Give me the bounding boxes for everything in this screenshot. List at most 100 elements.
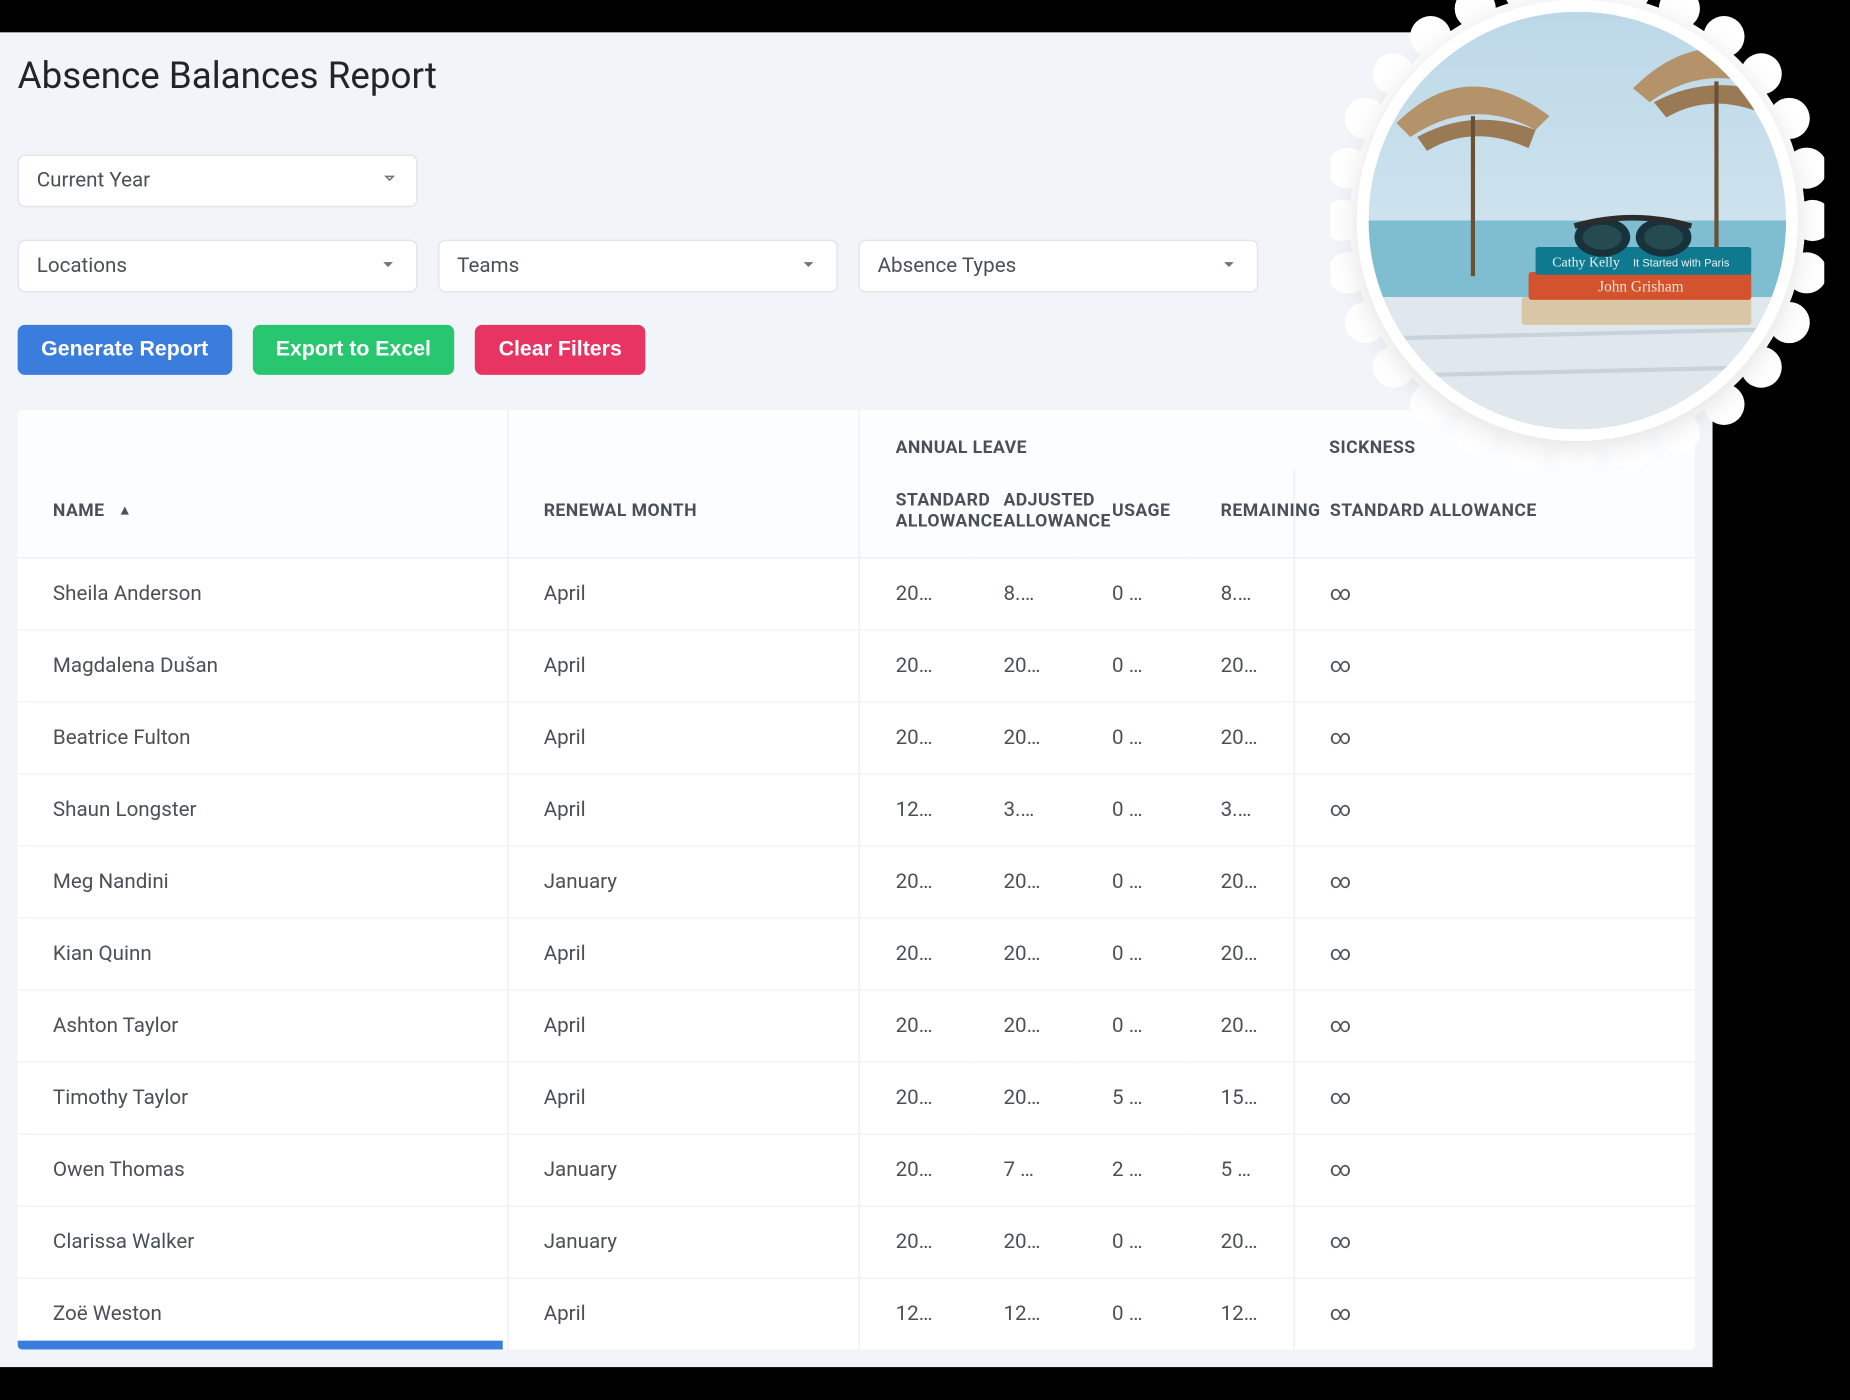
cell-sick-standard-allowance: ∞ <box>1294 558 1695 630</box>
cell-adjusted-allowance: 20 days <box>968 918 1077 990</box>
teams-select[interactable]: Teams <box>438 240 838 293</box>
cell-sick-standard-allowance: ∞ <box>1294 1134 1695 1206</box>
cell-adjusted-allowance: 20 days <box>968 1062 1077 1134</box>
cell-adjusted-allowance: 7 days <box>968 1134 1077 1206</box>
cell-renewal-month: January <box>508 846 860 918</box>
cell-sick-standard-allowance: ∞ <box>1294 774 1695 846</box>
cell-standard-allowance: 20 days <box>860 630 969 702</box>
cell-name: Owen Thomas <box>18 1134 508 1206</box>
table-row[interactable]: Shaun LongsterApril12.5 days3.5 days0 da… <box>18 774 1695 846</box>
table-row[interactable]: Timothy TaylorApril20 days20 days5 days1… <box>18 1062 1695 1134</box>
cell-standard-allowance: 20 days <box>860 918 969 990</box>
table-row[interactable]: Sheila AndersonApril20 days8.5 days0 day… <box>18 558 1695 630</box>
cell-usage: 0 days <box>1077 774 1186 846</box>
cell-adjusted-allowance: 20 days <box>968 702 1077 774</box>
cell-adjusted-allowance: 8.5 days <box>968 558 1077 630</box>
table-row[interactable]: Owen ThomasJanuary20 days7 days2 days5 d… <box>18 1134 1695 1206</box>
cell-standard-allowance: 12.5 days <box>860 774 969 846</box>
teams-select-label: Teams <box>457 254 519 278</box>
cell-usage: 5 days <box>1077 1062 1186 1134</box>
cell-usage: 0 days <box>1077 990 1186 1062</box>
cell-renewal-month: January <box>508 1134 860 1206</box>
column-header-remaining[interactable]: REMAINING <box>1185 469 1294 558</box>
column-header-name-label: NAME <box>53 500 105 521</box>
table-row[interactable]: Clarissa WalkerJanuary20 days20 days0 da… <box>18 1206 1695 1278</box>
table-row[interactable]: Magdalena DušanApril20 days20 days0 days… <box>18 630 1695 702</box>
cell-remaining: 5 days <box>1185 1134 1294 1206</box>
cell-name: Ashton Taylor <box>18 990 508 1062</box>
svg-text:John Grisham: John Grisham <box>1598 278 1684 295</box>
cell-name: Kian Quinn <box>18 918 508 990</box>
cell-name: Timothy Taylor <box>18 1062 508 1134</box>
cell-renewal-month: January <box>508 1206 860 1278</box>
cell-remaining: 12.5 days <box>1185 1278 1294 1349</box>
cell-adjusted-allowance: 20 days <box>968 630 1077 702</box>
caret-down-icon <box>1219 254 1240 278</box>
cell-remaining: 3.5 days <box>1185 774 1294 846</box>
cell-adjusted-allowance: 20 days <box>968 1206 1077 1278</box>
year-select[interactable]: Current Year <box>18 154 418 207</box>
cell-sick-standard-allowance: ∞ <box>1294 1206 1695 1278</box>
cell-name: Beatrice Fulton <box>18 702 508 774</box>
cell-standard-allowance: 20 days <box>860 846 969 918</box>
cell-usage: 0 days <box>1077 1206 1186 1278</box>
cell-usage: 0 days <box>1077 630 1186 702</box>
caret-down-icon <box>798 254 819 278</box>
locations-select-label: Locations <box>37 254 127 278</box>
cell-remaining: 15 days <box>1185 1062 1294 1134</box>
table-row[interactable]: Zoë WestonApril12.5 days12.5 days0 days1… <box>18 1278 1695 1349</box>
cell-remaining: 20 days <box>1185 630 1294 702</box>
generate-report-button[interactable]: Generate Report <box>18 325 232 375</box>
svg-text:It Started with Paris: It Started with Paris <box>1633 257 1730 269</box>
cell-usage: 0 days <box>1077 558 1186 630</box>
cell-renewal-month: April <box>508 558 860 630</box>
column-header-name[interactable]: NAME ▴ <box>18 469 508 558</box>
report-table-container: ANNUAL LEAVE SICKNESS NAME ▴ RENEWAL MON… <box>18 410 1695 1349</box>
export-excel-button[interactable]: Export to Excel <box>252 325 454 375</box>
cell-renewal-month: April <box>508 774 860 846</box>
absence-types-select[interactable]: Absence Types <box>858 240 1258 293</box>
chevron-down-icon <box>381 169 399 193</box>
cell-sick-standard-allowance: ∞ <box>1294 918 1695 990</box>
cell-adjusted-allowance: 3.5 days <box>968 774 1077 846</box>
column-header-renewal-month[interactable]: RENEWAL MONTH <box>508 469 860 558</box>
cell-renewal-month: April <box>508 1278 860 1349</box>
cell-usage: 2 days <box>1077 1134 1186 1206</box>
cell-standard-allowance: 20 days <box>860 990 969 1062</box>
table-row[interactable]: Kian QuinnApril20 days20 days0 days20 da… <box>18 918 1695 990</box>
year-select-label: Current Year <box>37 169 150 193</box>
cell-name: Sheila Anderson <box>18 558 508 630</box>
cell-name: Zoë Weston <box>18 1278 508 1349</box>
cell-remaining: 20 days <box>1185 990 1294 1062</box>
table-row[interactable]: Meg NandiniJanuary20 days20 days0 days20… <box>18 846 1695 918</box>
cell-sick-standard-allowance: ∞ <box>1294 990 1695 1062</box>
cell-renewal-month: April <box>508 630 860 702</box>
report-table: ANNUAL LEAVE SICKNESS NAME ▴ RENEWAL MON… <box>18 410 1695 1349</box>
column-header-sick-standard-allowance[interactable]: STANDARD ALLOWANCE <box>1294 469 1695 558</box>
cell-usage: 0 days <box>1077 846 1186 918</box>
cell-standard-allowance: 20 days <box>860 1206 969 1278</box>
decorative-beach-photo: John Grisham It Started with Paris Cathy… <box>1357 0 1798 441</box>
cell-name: Magdalena Dušan <box>18 630 508 702</box>
cell-remaining: 20 days <box>1185 702 1294 774</box>
column-header-standard-allowance[interactable]: STANDARD ALLOWANCE <box>860 469 969 558</box>
table-row[interactable]: Beatrice FultonApril20 days20 days0 days… <box>18 702 1695 774</box>
locations-select[interactable]: Locations <box>18 240 418 293</box>
cell-remaining: 20 days <box>1185 1206 1294 1278</box>
cell-remaining: 20 days <box>1185 846 1294 918</box>
clear-filters-button[interactable]: Clear Filters <box>475 325 645 375</box>
cell-standard-allowance: 20 days <box>860 1134 969 1206</box>
cell-adjusted-allowance: 20 days <box>968 846 1077 918</box>
cell-standard-allowance: 20 days <box>860 702 969 774</box>
cell-standard-allowance: 12.5 days <box>860 1278 969 1349</box>
caret-down-icon <box>378 254 399 278</box>
horizontal-scrollbar-thumb[interactable] <box>18 1341 503 1350</box>
cell-name: Meg Nandini <box>18 846 508 918</box>
cell-remaining: 8.5 days <box>1185 558 1294 630</box>
cell-usage: 0 days <box>1077 702 1186 774</box>
cell-adjusted-allowance: 12.5 days <box>968 1278 1077 1349</box>
cell-name: Clarissa Walker <box>18 1206 508 1278</box>
cell-sick-standard-allowance: ∞ <box>1294 1278 1695 1349</box>
cell-usage: 0 days <box>1077 918 1186 990</box>
table-row[interactable]: Ashton TaylorApril20 days20 days0 days20… <box>18 990 1695 1062</box>
